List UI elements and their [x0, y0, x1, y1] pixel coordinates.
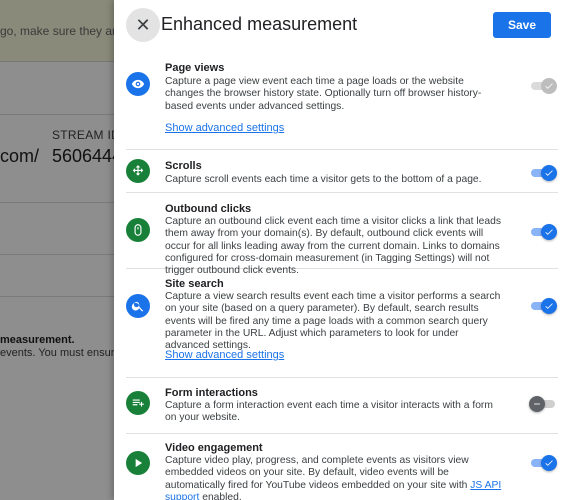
- show-advanced-settings-link[interactable]: Show advanced settings: [165, 122, 284, 134]
- setting-name: Outbound clicks: [165, 203, 252, 215]
- background-page: go, make sure they are se STREAM ID com/…: [0, 0, 120, 500]
- video-description-end: enabled.: [199, 491, 242, 500]
- eye-icon: [126, 72, 150, 96]
- check-icon: [545, 229, 553, 235]
- save-button[interactable]: Save: [493, 12, 551, 38]
- toggle-knob: [541, 78, 557, 94]
- setting-name: Site search: [165, 278, 224, 290]
- close-button[interactable]: ✕: [126, 8, 160, 42]
- setting-description: Capture scroll events each time a visito…: [165, 174, 482, 185]
- check-icon: [545, 83, 553, 89]
- setting-description: Capture video play, progress, and comple…: [165, 455, 505, 500]
- outbound-clicks-toggle[interactable]: [531, 224, 559, 240]
- background-divider: [0, 114, 120, 115]
- check-icon: [545, 170, 553, 176]
- background-measurement-heading: measurement.: [0, 334, 75, 346]
- background-divider: [0, 254, 120, 255]
- video-engagement-toggle[interactable]: [531, 455, 559, 471]
- toggle-knob: [541, 224, 557, 240]
- close-icon: ✕: [135, 14, 151, 35]
- background-notice-text: go, make sure they are se: [0, 24, 120, 38]
- scrolls-toggle[interactable]: [531, 165, 559, 181]
- mouse-icon: [126, 218, 150, 242]
- setting-description: Capture a page view event each time a pa…: [165, 76, 482, 112]
- site-search-toggle[interactable]: [531, 298, 559, 314]
- setting-description: Capture a view search results event each…: [165, 291, 501, 352]
- form-icon: [126, 391, 150, 415]
- scroll-icon: [126, 159, 150, 183]
- setting-row-scrolls: Scrolls Capture scroll events each time …: [126, 151, 558, 193]
- enhanced-measurement-drawer: ✕ Enhanced measurement Save Page views C…: [114, 0, 570, 500]
- toggle-knob: [541, 298, 557, 314]
- drawer-title: Enhanced measurement: [161, 14, 358, 34]
- setting-row-page-views: Page views Capture a page view event eac…: [126, 56, 558, 150]
- setting-name: Video engagement: [165, 442, 263, 454]
- drawer-header: ✕ Enhanced measurement Save: [114, 0, 570, 50]
- setting-name: Scrolls: [165, 160, 202, 172]
- form-interactions-toggle[interactable]: [529, 396, 559, 412]
- toggle-knob: [541, 455, 557, 471]
- setting-row-form-interactions: Form interactions Capture a form interac…: [126, 379, 558, 434]
- play-icon: [126, 451, 150, 475]
- setting-row-video-engagement: Video engagement Capture video play, pro…: [126, 435, 558, 500]
- minus-icon: [534, 403, 540, 405]
- background-notice-banner: go, make sure they are se: [0, 0, 120, 62]
- setting-name: Page views: [165, 62, 225, 74]
- setting-name: Form interactions: [165, 387, 258, 399]
- setting-description: Capture an outbound click event each tim…: [165, 216, 501, 277]
- video-description-text: Capture video play, progress, and comple…: [165, 455, 471, 491]
- background-divider: [0, 202, 120, 203]
- background-url-fragment: com/: [0, 146, 40, 166]
- page-views-toggle[interactable]: [531, 78, 559, 94]
- toggle-knob: [541, 165, 557, 181]
- search-icon: [126, 294, 150, 318]
- check-icon: [545, 460, 553, 466]
- show-advanced-settings-link[interactable]: Show advanced settings: [165, 349, 284, 361]
- background-stream-id-value: 56064449: [52, 146, 120, 166]
- setting-row-outbound-clicks: Outbound clicks Capture an outbound clic…: [126, 194, 559, 276]
- setting-row-site-search: Site search Capture a view search result…: [126, 270, 558, 378]
- toggle-knob: [529, 396, 545, 412]
- background-events-text: events. You must ensure tha: [0, 347, 120, 359]
- setting-description: Capture a form interaction event each ti…: [165, 400, 493, 424]
- background-divider: [0, 296, 120, 297]
- background-stream-id-label: STREAM ID: [52, 128, 120, 142]
- check-icon: [545, 303, 553, 309]
